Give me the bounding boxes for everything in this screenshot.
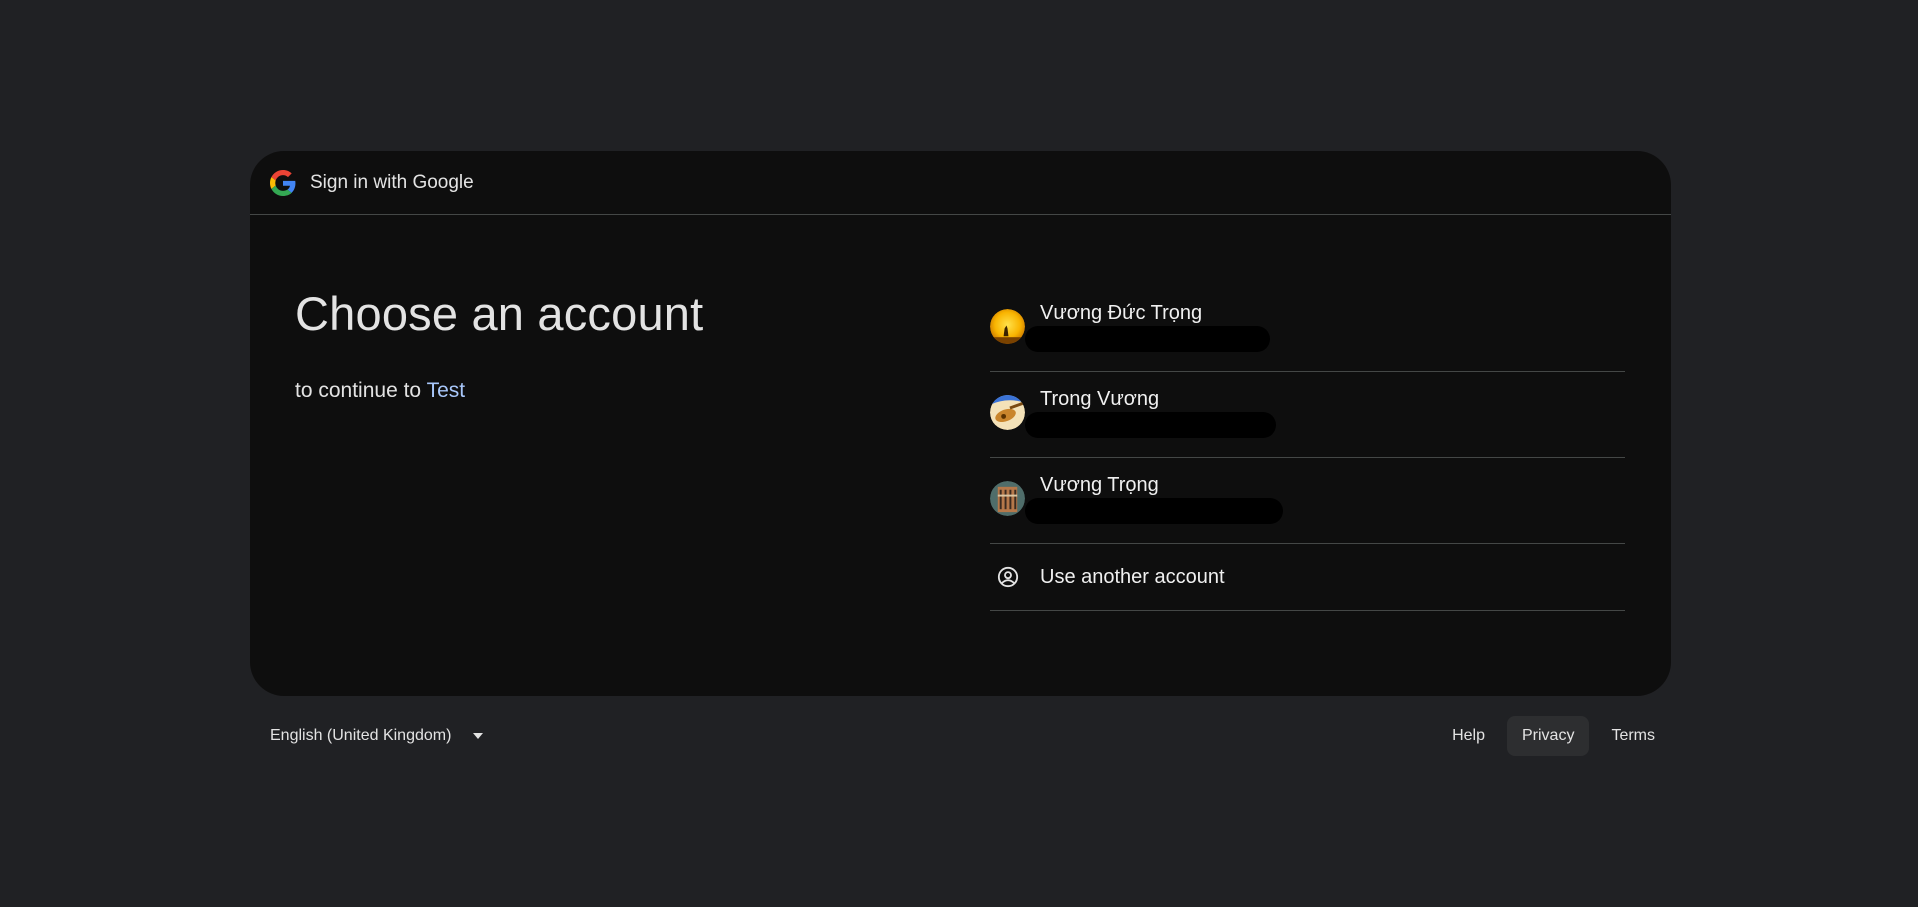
subtitle-prefix: to continue to xyxy=(295,379,427,402)
page-title: Choose an account xyxy=(295,287,704,340)
person-circle-icon xyxy=(997,566,1019,588)
use-another-account-label: Use another account xyxy=(1040,566,1225,588)
privacy-link[interactable]: Privacy xyxy=(1506,716,1590,756)
redacted-email xyxy=(1025,498,1283,524)
app-name-link[interactable]: Test xyxy=(427,379,466,402)
account-item[interactable]: Trong Vương xyxy=(990,372,1625,458)
help-link[interactable]: Help xyxy=(1436,716,1501,756)
footer-links: Help Privacy Terms xyxy=(1430,716,1671,756)
sign-in-card: Sign in with Google Choose an account to… xyxy=(250,151,1671,696)
language-label: English (United Kingdom) xyxy=(270,727,452,744)
account-item[interactable]: Vương Trọng xyxy=(990,458,1625,544)
sunset-avatar xyxy=(990,309,1025,344)
card-header: Sign in with Google xyxy=(250,151,1671,215)
redacted-email xyxy=(1025,412,1276,438)
google-g-icon xyxy=(270,169,296,196)
building-avatar xyxy=(990,481,1025,516)
intro-section: Choose an account to continue to Test xyxy=(295,286,703,403)
account-list: Vương Đức Trọng Trong Vương Vương Trọng … xyxy=(990,286,1625,611)
account-item[interactable]: Vương Đức Trọng xyxy=(990,286,1625,372)
redacted-email xyxy=(1025,326,1270,352)
language-selector[interactable]: English (United Kingdom) xyxy=(270,716,484,756)
guitar-avatar xyxy=(990,395,1025,430)
caret-down-icon xyxy=(473,733,484,739)
account-name: Trong Vương xyxy=(1040,388,1160,410)
header-title: Sign in with Google xyxy=(310,171,474,193)
account-name: Vương Trọng xyxy=(1040,474,1159,496)
footer: English (United Kingdom) Help Privacy Te… xyxy=(250,716,1671,756)
terms-link[interactable]: Terms xyxy=(1595,716,1671,756)
account-name: Vương Đức Trọng xyxy=(1040,302,1203,324)
subtitle: to continue to Test xyxy=(295,379,703,403)
use-another-account-button[interactable]: Use another account xyxy=(990,544,1625,611)
